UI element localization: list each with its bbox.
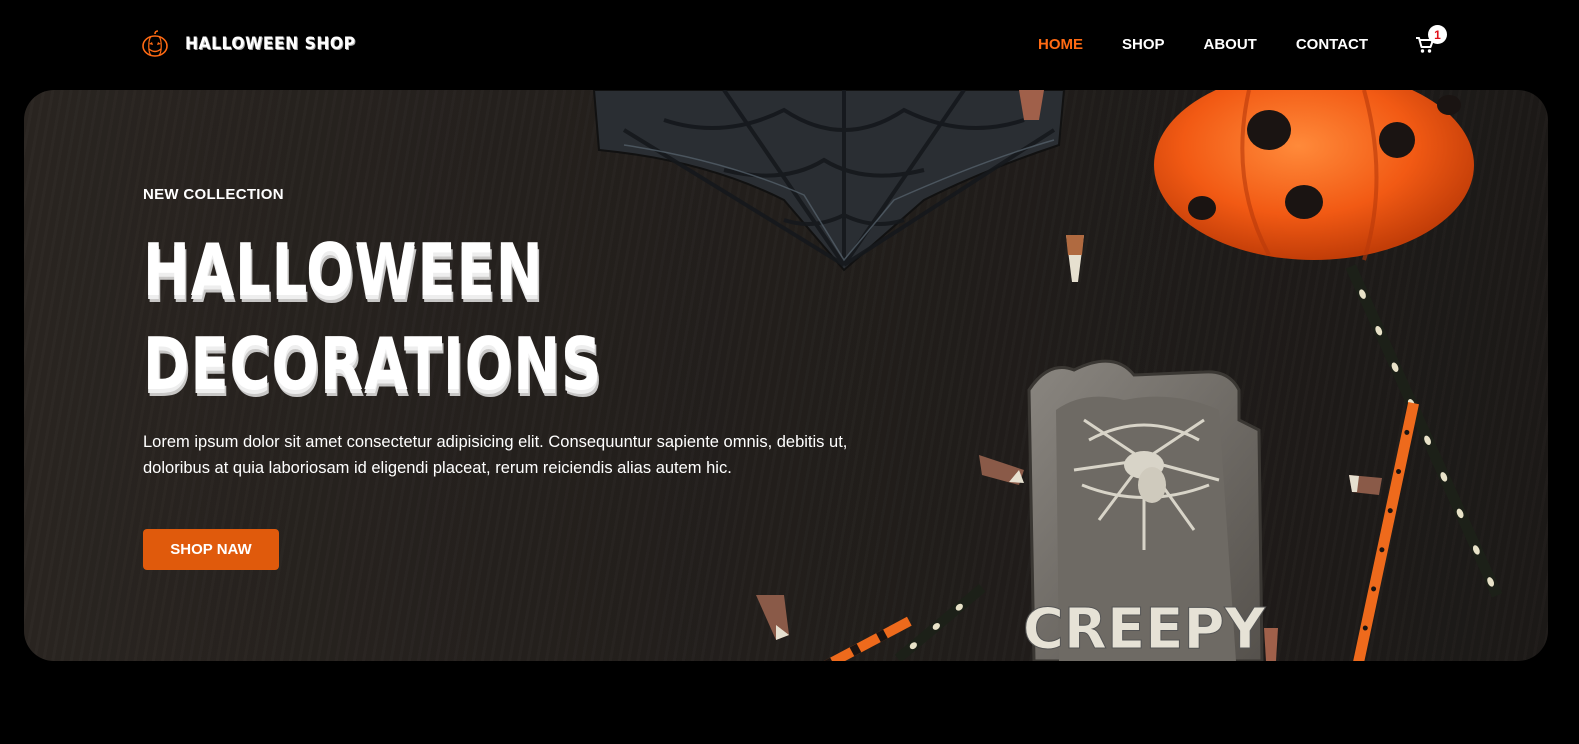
nav-contact[interactable]: CONTACT [1296,36,1368,53]
main-nav: HOME SHOP ABOUT CONTACT [1038,36,1407,53]
nav-about[interactable]: ABOUT [1204,36,1257,53]
brand-name: HALLOWEEN SHOP [185,34,356,54]
hero-content: NEW COLLECTION HALLOWEEN DECORATIONS Lor… [143,186,903,570]
navbar: HALLOWEEN SHOP HOME SHOP ABOUT CONTACT 1 [0,0,1579,90]
nav-home[interactable]: HOME [1038,36,1083,53]
brand-logo[interactable]: HALLOWEEN SHOP [141,30,370,58]
hero-headline: HALLOWEEN DECORATIONS [143,223,736,411]
headline-line-1: HALLOWEEN [143,228,544,312]
hero-eyebrow: NEW COLLECTION [143,186,284,203]
tombstone-text: CREEPY [1023,597,1267,661]
cart-count-badge: 1 [1428,25,1447,44]
hero-banner: CREEPY NEW COLLECTION HALLOWEEN DECORATI… [24,90,1548,661]
headline-line-2: DECORATIONS [143,322,603,406]
pumpkin-icon [141,30,169,58]
nav-shop[interactable]: SHOP [1122,36,1165,53]
hero-description: Lorem ipsum dolor sit amet consectetur a… [143,433,848,477]
shop-now-button[interactable]: SHOP NAW [143,529,279,570]
